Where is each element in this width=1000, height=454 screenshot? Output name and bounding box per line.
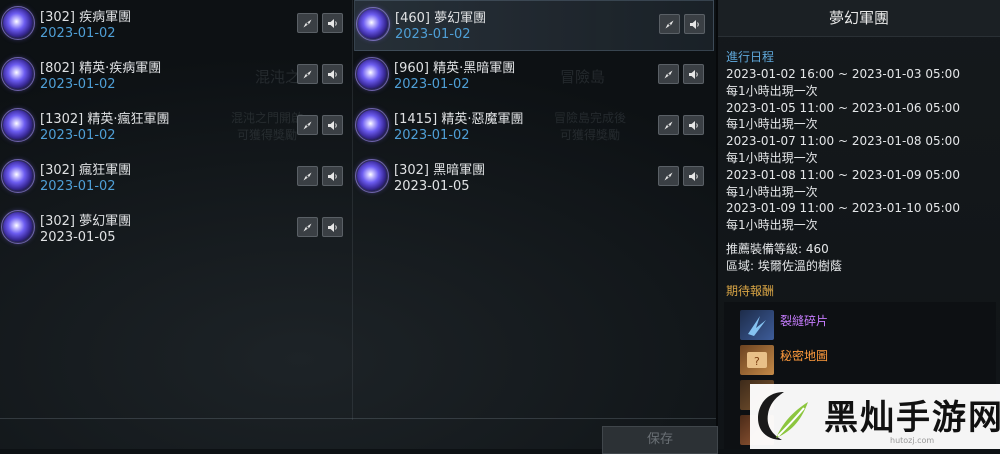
- event-row[interactable]: [302] 夢幻軍團 2023-01-05: [0, 204, 352, 255]
- region: 區域: 埃爾佐溫的樹蔭: [726, 259, 842, 273]
- event-row[interactable]: [302] 瘋狂軍團 2023-01-02: [0, 153, 352, 204]
- speaker-icon[interactable]: [684, 14, 705, 34]
- orb-icon: [356, 7, 390, 41]
- panel-title: 夢幻軍團: [718, 0, 1000, 37]
- event-date: 2023-01-02: [394, 77, 470, 92]
- event-name: [1302] 精英·瘋狂軍團: [40, 112, 170, 127]
- speaker-icon[interactable]: [322, 115, 343, 135]
- schedule-range: 2023-01-05 11:00 ~ 2023-01-06 05:00: [726, 100, 960, 115]
- event-date: 2023-01-02: [394, 128, 470, 143]
- watermark-url: hutozj.com: [890, 436, 935, 445]
- speaker-icon[interactable]: [683, 166, 704, 186]
- compass-icon[interactable]: [659, 14, 680, 34]
- reward-label-1: 裂縫碎片: [780, 314, 829, 328]
- watermark-logo-icon: [758, 392, 808, 440]
- event-row[interactable]: [460] 夢幻軍團 2023-01-02: [354, 0, 714, 51]
- event-name: [302] 夢幻軍團: [40, 214, 132, 229]
- event-date: 2023-01-02: [395, 27, 471, 42]
- speaker-icon[interactable]: [322, 217, 343, 237]
- event-name: [302] 瘋狂軍團: [40, 163, 132, 178]
- event-row[interactable]: [802] 精英·疾病軍團 2023-01-02: [0, 51, 352, 102]
- event-row[interactable]: [302] 黑暗軍團 2023-01-05: [354, 153, 714, 204]
- event-date: 2023-01-02: [40, 128, 116, 143]
- detail-panel: 夢幻軍團 進行日程 2023-01-02 16:00 ~ 2023-01-03 …: [718, 0, 1000, 449]
- save-button[interactable]: 保存: [602, 426, 718, 454]
- speaker-icon[interactable]: [683, 64, 704, 84]
- reward-label-2: 秘密地圖: [780, 349, 829, 363]
- orb-icon: [1, 159, 35, 193]
- watermark-text: 黑灿手游网: [824, 398, 1000, 438]
- event-name: [802] 精英·疾病軍團: [40, 61, 162, 76]
- rift-shard-icon[interactable]: [740, 310, 774, 340]
- event-name: [302] 黑暗軍團: [394, 163, 486, 178]
- orb-icon: [1, 108, 35, 142]
- compass-icon[interactable]: [297, 64, 318, 84]
- event-row[interactable]: [960] 精英·黑暗軍團 2023-01-02: [354, 51, 714, 102]
- speaker-icon[interactable]: [683, 115, 704, 135]
- compass-icon[interactable]: [297, 13, 318, 33]
- event-name: [302] 疾病軍團: [40, 10, 132, 25]
- schedule-range: 2023-01-07 11:00 ~ 2023-01-08 05:00: [726, 134, 960, 149]
- compass-icon[interactable]: [297, 166, 318, 186]
- orb-icon: [355, 108, 389, 142]
- compass-icon[interactable]: [658, 115, 679, 135]
- schedule-frequency: 每1小時出現一次: [726, 117, 818, 132]
- secret-map-icon[interactable]: ?: [740, 345, 774, 375]
- speaker-icon[interactable]: [322, 13, 343, 33]
- event-row[interactable]: [1415] 精英·惡魔軍團 2023-01-02: [354, 102, 714, 153]
- schedule-frequency: 每1小時出現一次: [726, 218, 818, 233]
- schedule-range: 2023-01-09 11:00 ~ 2023-01-10 05:00: [726, 201, 960, 216]
- schedule-heading: 進行日程: [726, 50, 775, 64]
- gear-level: 推薦裝備等級: 460: [726, 242, 829, 256]
- event-name: [1415] 精英·惡魔軍團: [394, 112, 524, 127]
- orb-icon: [1, 57, 35, 91]
- event-date: 2023-01-02: [40, 26, 116, 41]
- bottom-divider: [0, 418, 716, 419]
- orb-icon: [1, 210, 35, 244]
- schedule-frequency: 每1小時出現一次: [726, 150, 818, 165]
- event-list-left: [302] 疾病軍團 2023-01-02 [802] 精英·疾病軍團 2023-01…: [0, 0, 352, 255]
- rewards-heading: 期待報酬: [726, 284, 775, 298]
- schedule-frequency: 每1小時出現一次: [726, 184, 818, 199]
- compass-icon[interactable]: [297, 115, 318, 135]
- svg-text:?: ?: [754, 355, 760, 368]
- event-date: 2023-01-02: [40, 77, 116, 92]
- orb-icon: [1, 6, 35, 40]
- event-date: 2023-01-02: [40, 179, 116, 194]
- orb-icon: [355, 57, 389, 91]
- event-row[interactable]: [302] 疾病軍團 2023-01-02: [0, 0, 352, 51]
- event-list-mid: [460] 夢幻軍團 2023-01-02 [960] 精英·黑暗軍團 2023-01…: [354, 0, 714, 204]
- speaker-icon[interactable]: [322, 166, 343, 186]
- event-date: 2023-01-05: [40, 230, 116, 245]
- compass-icon[interactable]: [658, 166, 679, 186]
- schedule-list: 2023-01-02 16:00 ~ 2023-01-03 05:00 每1小時出…: [726, 66, 960, 234]
- column-divider: [352, 0, 353, 420]
- watermark: 黑灿手游网 hutozj.com: [750, 384, 1000, 449]
- event-name: [460] 夢幻軍團: [395, 11, 487, 26]
- speaker-icon[interactable]: [322, 64, 343, 84]
- compass-icon[interactable]: [297, 217, 318, 237]
- orb-icon: [355, 159, 389, 193]
- schedule-frequency: 每1小時出現一次: [726, 83, 818, 98]
- schedule-range: 2023-01-02 16:00 ~ 2023-01-03 05:00: [726, 67, 960, 81]
- event-row[interactable]: [1302] 精英·瘋狂軍團 2023-01-02: [0, 102, 352, 153]
- event-name: [960] 精英·黑暗軍團: [394, 61, 516, 76]
- schedule-range: 2023-01-08 11:00 ~ 2023-01-09 05:00: [726, 167, 960, 182]
- event-date: 2023-01-05: [394, 179, 470, 194]
- compass-icon[interactable]: [658, 64, 679, 84]
